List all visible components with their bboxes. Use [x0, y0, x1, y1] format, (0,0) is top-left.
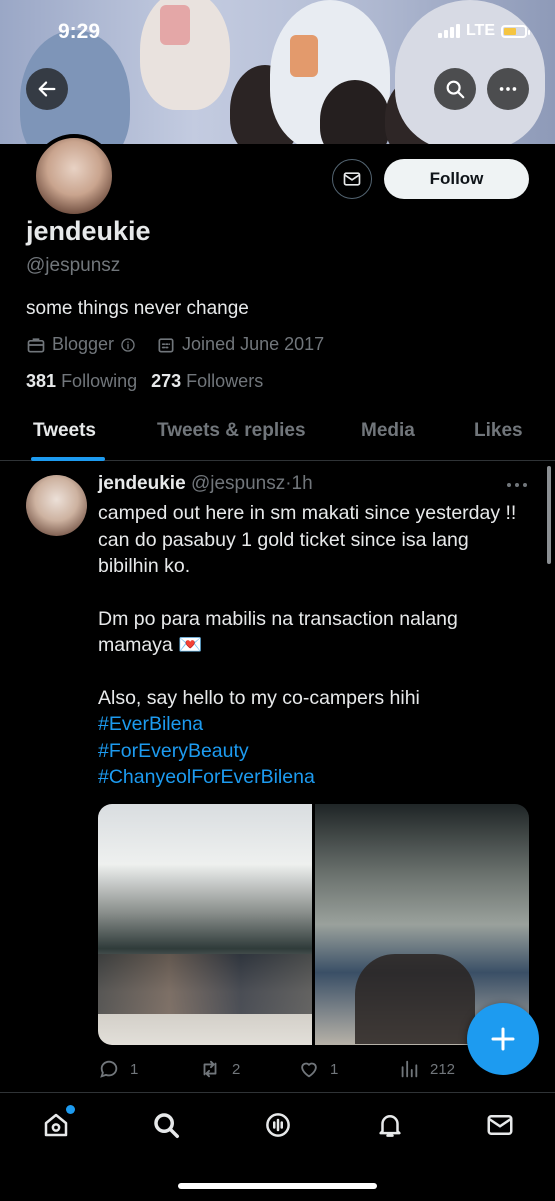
nav-spaces[interactable] [261, 1108, 295, 1142]
profile-category[interactable]: Blogger [52, 334, 114, 355]
spaces-icon [266, 1113, 290, 1137]
calendar-icon [158, 337, 174, 352]
tweet-author-name[interactable]: jendeukie [98, 473, 186, 494]
hashtag-link[interactable]: #ForEveryBeauty [98, 738, 518, 765]
reply-button[interactable]: 1 [98, 1058, 138, 1080]
profile-handle: @jespunsz [26, 255, 121, 276]
nav-messages[interactable] [483, 1108, 517, 1142]
envelope-icon [487, 1115, 513, 1135]
bell-icon [379, 1115, 401, 1137]
retweet-count: 2 [232, 1060, 241, 1078]
profile-tabs: Tweets Tweets & replies Media Likes [0, 408, 555, 461]
like-button[interactable]: 1 [298, 1058, 338, 1080]
search-button[interactable] [434, 68, 476, 110]
profile-meta: Blogger Joined June 2017 [26, 334, 324, 355]
hashtag-link[interactable]: #EverBilena [98, 711, 518, 738]
tweet-header: jendeukie @jespunsz·1h [98, 473, 313, 495]
profile-bio: some things never change [26, 298, 249, 319]
plus-icon [491, 1027, 515, 1051]
tweet-time: 1h [291, 473, 313, 494]
home-icon [44, 1113, 68, 1137]
tab-media[interactable]: Media [361, 420, 415, 442]
reply-icon [100, 1060, 118, 1078]
search-icon [154, 1113, 179, 1138]
followers-link[interactable]: 273 Followers [151, 371, 263, 392]
tab-tweets-replies[interactable]: Tweets & replies [157, 420, 306, 442]
reply-count: 1 [130, 1060, 139, 1078]
back-button[interactable] [26, 68, 68, 110]
network-label: LTE [465, 22, 495, 39]
tab-active-indicator [31, 457, 105, 461]
search-icon [446, 80, 465, 99]
status-time: 9:29 [58, 20, 101, 43]
tweet-media [98, 804, 529, 1045]
following-label: Following [61, 371, 138, 391]
like-count: 1 [330, 1060, 339, 1078]
follow-stats: 381 Following 273 Followers [26, 371, 263, 392]
views-button[interactable]: 212 [398, 1058, 455, 1080]
compose-button[interactable] [467, 1003, 539, 1075]
notification-dot [66, 1105, 75, 1114]
scrollbar[interactable] [547, 466, 551, 564]
nav-search[interactable] [149, 1108, 183, 1142]
tweet-author-handle: @jespunsz [190, 473, 286, 494]
profile-joined: Joined June 2017 [182, 334, 325, 354]
analytics-icon [401, 1060, 418, 1078]
nav-notifications[interactable] [373, 1108, 407, 1142]
arrow-left-icon [38, 81, 56, 97]
nav-home[interactable] [39, 1105, 75, 1142]
retweet-icon [203, 1060, 217, 1078]
more-icon [499, 87, 517, 91]
tab-likes[interactable]: Likes [474, 420, 523, 442]
followers-count: 273 [151, 371, 182, 391]
profile-avatar[interactable] [32, 134, 116, 218]
view-count: 212 [430, 1060, 456, 1078]
followers-label: Followers [186, 371, 264, 391]
retweet-button[interactable]: 2 [198, 1058, 240, 1080]
home-indicator [178, 1183, 377, 1189]
tweet-line-2: Dm po para mabilis na transaction nalang… [98, 607, 458, 657]
follow-button[interactable]: Follow [384, 159, 529, 199]
tweet-line-1: camped out here in sm makati since yeste… [98, 502, 517, 577]
info-icon[interactable] [120, 337, 136, 353]
following-count: 381 [26, 371, 57, 391]
tweet-avatar[interactable] [26, 475, 87, 536]
signal-icon [437, 24, 460, 38]
tweet-line-3: Also, say hello to my co-campers hihi [98, 686, 420, 709]
battery-icon [501, 24, 530, 38]
tweet-more-icon[interactable] [506, 480, 528, 490]
following-link[interactable]: 381 Following [26, 371, 137, 392]
briefcase-icon [27, 337, 45, 352]
profile-name: jendeukie [26, 216, 151, 246]
more-button[interactable] [487, 68, 529, 110]
message-button[interactable] [332, 159, 372, 199]
tweet-text: camped out here in sm makati since yeste… [98, 500, 518, 791]
tweet-photo-1[interactable] [98, 804, 312, 1045]
hashtag-link[interactable]: #ChanyeolForEverBilena [98, 764, 518, 791]
tab-tweets[interactable]: Tweets [33, 420, 96, 442]
status-indicators: LTE [437, 22, 530, 40]
envelope-icon [343, 172, 361, 186]
heart-icon [301, 1062, 317, 1078]
tweet-actions: 1 2 1 212 [98, 1058, 538, 1082]
